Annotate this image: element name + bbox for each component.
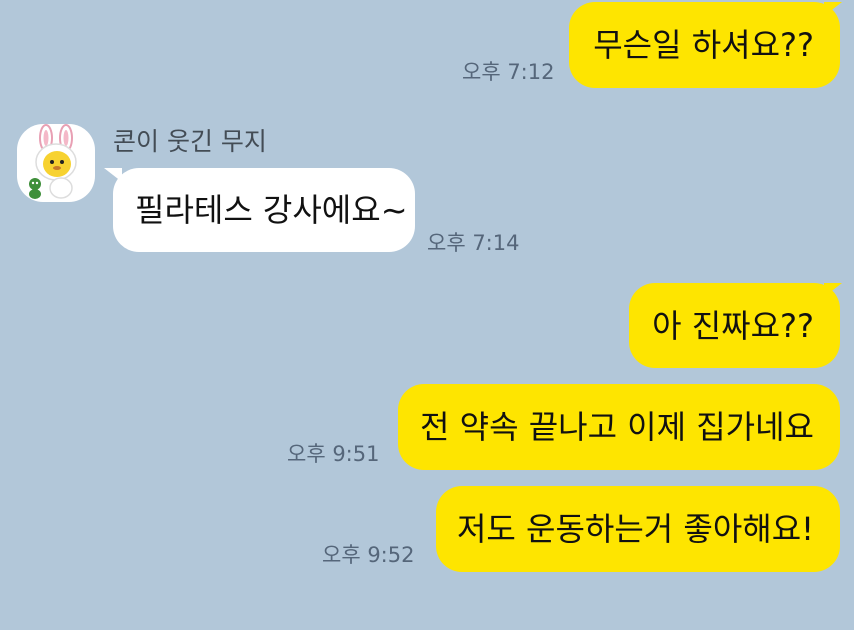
my-message-bubble[interactable]: 저도 운동하는거 좋아해요! [436, 486, 840, 572]
my-message-bubble[interactable]: 전 약속 끝나고 이제 집가네요 [398, 384, 840, 470]
message-text: 전 약속 끝나고 이제 집가네요 [420, 408, 814, 446]
chat-room: 무슨일 하셔요?? 오후 7:12 콘이 웃긴 무지 필라테스 강사에요~ 오후… [0, 0, 854, 630]
message-timestamp: 오후 9:51 [287, 442, 380, 466]
message-text: 무슨일 하셔요?? [593, 26, 814, 64]
sender-name: 콘이 웃긴 무지 [113, 127, 267, 156]
message-timestamp: 오후 7:12 [462, 60, 555, 84]
message-text: 아 진짜요?? [652, 306, 814, 345]
message-timestamp: 오후 9:52 [322, 543, 415, 567]
my-message-bubble[interactable]: 아 진짜요?? [629, 283, 840, 368]
their-message-bubble[interactable]: 필라테스 강사에요~ [113, 168, 415, 252]
message-timestamp: 오후 7:14 [427, 231, 520, 255]
message-text: 저도 운동하는거 좋아해요! [456, 510, 814, 548]
my-message-bubble[interactable]: 무슨일 하셔요?? [569, 2, 840, 88]
muzi-rabbit-avatar-icon[interactable] [17, 124, 95, 202]
message-text: 필라테스 강사에요~ [135, 191, 408, 229]
